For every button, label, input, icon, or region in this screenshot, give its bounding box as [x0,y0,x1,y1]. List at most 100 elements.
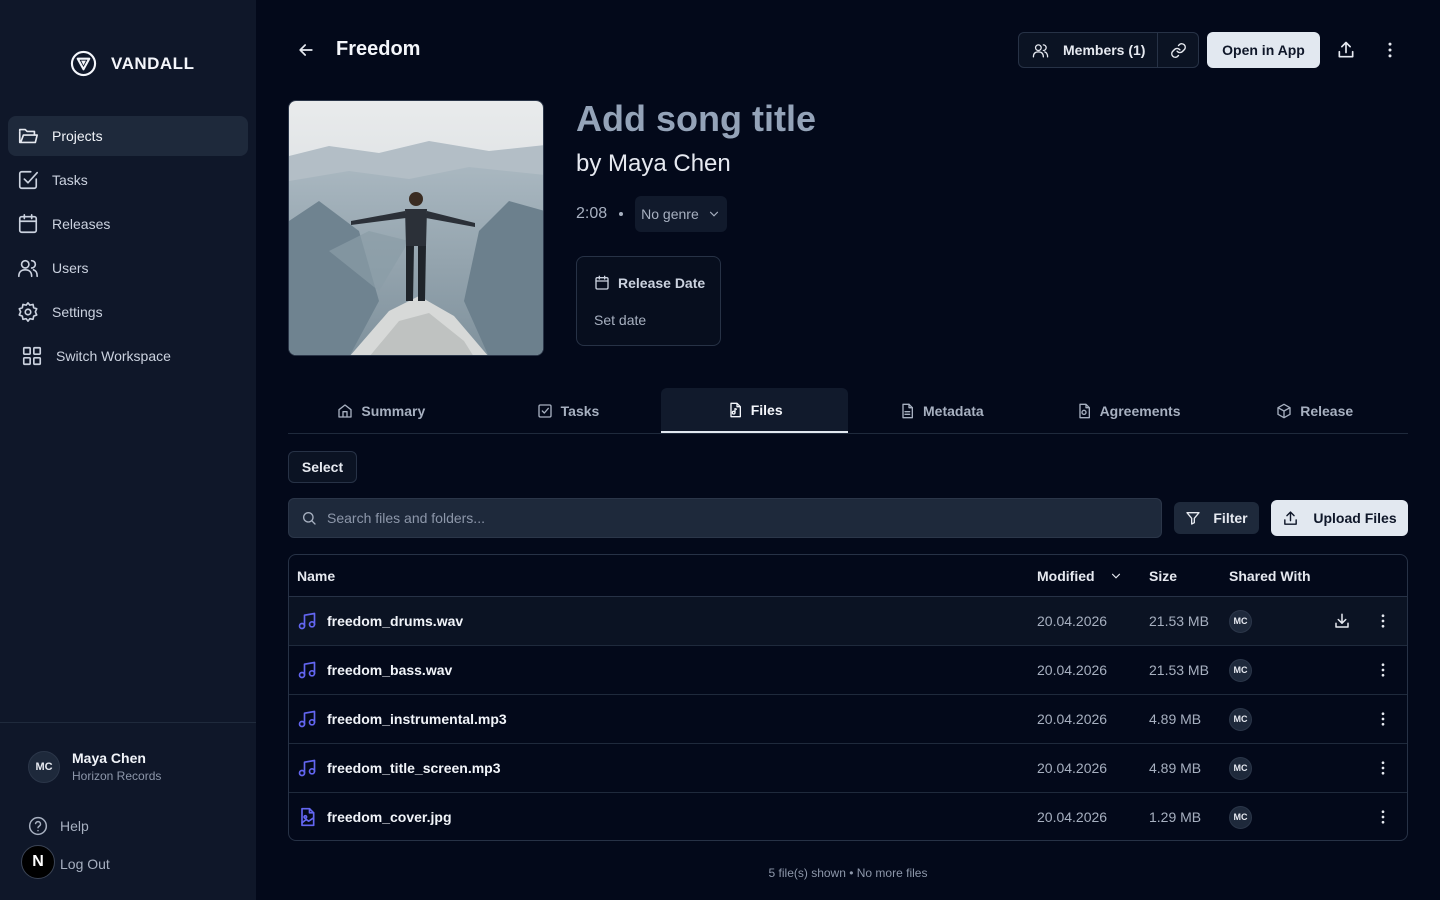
sidebar-item-tasks[interactable]: Tasks [8,160,248,200]
document-icon [902,403,913,418]
upload-share-icon [1338,41,1354,58]
search-input[interactable] [327,510,1127,526]
back-button[interactable] [296,40,316,60]
open-in-app-button[interactable]: Open in App [1207,32,1320,68]
file-size: 21.53 MB [1149,662,1209,678]
files-table: Name Modified Size Shared With freedom_d… [288,554,1408,841]
column-size[interactable]: Size [1149,568,1177,584]
select-button[interactable]: Select [288,451,357,483]
image-file-icon [301,807,315,827]
table-header: Name Modified Size Shared With [289,555,1407,597]
gear-icon [17,301,39,323]
files-footer-note: 5 file(s) shown • No more files [768,866,928,880]
shared-with-cell: MC [1229,646,1252,694]
release-date-card[interactable]: Release Date Set date [576,256,721,346]
file-modified: 20.04.2026 [1037,809,1108,825]
tab-agreements[interactable]: Agreements [1035,388,1222,433]
brand[interactable]: VANDALL [70,50,194,77]
row-more-button[interactable] [1374,695,1392,743]
table-row[interactable]: freedom_title_screen.mp3 20.04.2026 4.89… [289,744,1407,793]
contract-icon [1078,403,1090,418]
table-row[interactable]: freedom_drums.wav 20.04.2026 21.53 MB MC [289,597,1407,646]
file-size: 4.89 MB [1149,711,1202,727]
tab-label: Files [750,401,783,418]
n-badge-icon[interactable]: N [21,845,55,879]
shared-with-cell: MC [1229,744,1252,792]
more-vertical-icon [1381,614,1385,628]
sidebar-item-label: Users [52,260,89,276]
project-tabs: Summary Tasks Files Metadata Agreements … [288,388,1408,434]
avatar[interactable]: MC [1229,756,1252,780]
separator-dot [619,212,624,216]
folder-icon [17,125,39,147]
files-icon [730,402,741,417]
chevron-down-icon [1111,573,1120,579]
avatar[interactable]: MC [1229,707,1252,731]
checkbox-icon [538,403,552,418]
table-row[interactable]: freedom_cover.jpg 20.04.2026 1.29 MB MC [289,793,1407,840]
filter-icon [1186,511,1201,525]
user-profile[interactable]: MC Maya Chen Horizon Records [28,750,161,783]
file-name-cell: freedom_bass.wav [297,646,452,694]
share-button[interactable] [1336,40,1356,60]
sidebar-item-switch-workspace[interactable]: Switch Workspace [8,336,248,376]
search-icon [303,512,316,525]
page-title: Freedom [336,38,421,60]
tab-release[interactable]: Release [1221,388,1408,433]
calendar-icon [595,275,609,290]
song-artist: by Maya Chen [576,150,731,177]
row-more-button[interactable] [1374,793,1392,840]
profile-name: Maya Chen [72,750,146,766]
vandall-logo-icon [70,50,97,77]
song-title[interactable]: Add song title [576,98,816,140]
file-name: freedom_drums.wav [327,613,464,629]
upload-files-button[interactable]: Upload Files [1271,500,1408,536]
tab-label: Metadata [923,402,984,419]
file-name: freedom_title_screen.mp3 [327,760,501,776]
tab-files[interactable]: Files [661,388,849,433]
tab-summary[interactable]: Summary [288,388,475,433]
calendar-icon [17,213,39,235]
column-name[interactable]: Name [297,568,335,584]
row-more-button[interactable] [1374,597,1392,645]
sidebar-item-settings[interactable]: Settings [8,292,248,332]
file-size: 4.89 MB [1149,760,1202,776]
column-modified-label: Modified [1037,568,1095,584]
tab-tasks[interactable]: Tasks [475,388,662,433]
row-more-button[interactable] [1374,744,1392,792]
cover-art[interactable] [288,100,544,356]
members-button[interactable]: Members (1) [1019,33,1158,67]
help-link[interactable]: Help [28,816,89,836]
members-button-group: Members (1) [1018,32,1199,68]
filter-button[interactable]: Filter [1174,502,1259,534]
avatar[interactable]: MC [1229,609,1252,633]
download-button[interactable] [1333,597,1351,645]
copy-link-button[interactable] [1158,33,1198,67]
release-date-label: Release Date [618,275,706,291]
music-note-icon [298,661,316,679]
avatar[interactable]: MC [1229,805,1252,829]
sidebar-item-releases[interactable]: Releases [8,204,248,244]
avatar[interactable]: MC [1229,658,1252,682]
table-row[interactable]: freedom_instrumental.mp3 20.04.2026 4.89… [289,695,1407,744]
music-note-icon [298,710,316,728]
release-date-value: Set date [594,312,647,328]
sidebar-item-label: Switch Workspace [56,348,171,364]
logout-link[interactable]: Log Out [60,856,110,872]
row-more-button[interactable] [1374,646,1392,694]
music-note-icon [298,759,316,777]
shared-with-cell: MC [1229,597,1252,645]
column-modified[interactable]: Modified [1037,568,1123,584]
column-shared-with: Shared With [1229,568,1311,584]
release-date-header: Release Date [594,275,705,291]
sidebar-item-label: Settings [52,304,103,320]
genre-select[interactable]: No genre [635,196,727,232]
table-row[interactable]: freedom_bass.wav 20.04.2026 21.53 MB MC [289,646,1407,695]
tab-metadata[interactable]: Metadata [848,388,1035,433]
more-vertical-icon [1381,810,1385,824]
music-note-icon [298,612,316,630]
sidebar-item-users[interactable]: Users [8,248,248,288]
more-options-button[interactable] [1380,40,1400,60]
sidebar-item-projects[interactable]: Projects [8,116,248,156]
file-name-cell: freedom_drums.wav [297,597,463,645]
